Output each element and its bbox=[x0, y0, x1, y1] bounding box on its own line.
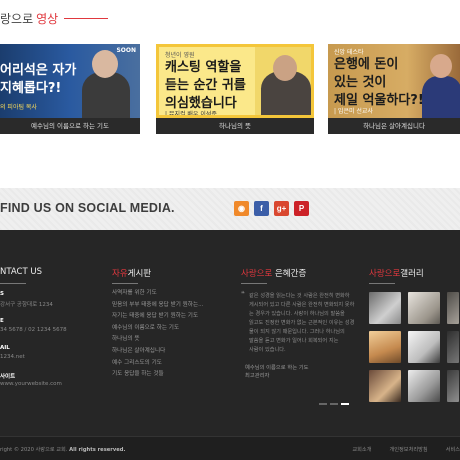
rss-icon[interactable]: ◉ bbox=[234, 201, 249, 216]
video-thumbnail[interactable]: 청년이 영원 캐스팅 역할을 듣는 순간 귀를 의심했습니다 | 뮤지컬 배우 … bbox=[156, 44, 314, 118]
address-value: 강서구 공항대로 1234 bbox=[0, 302, 53, 308]
person-head bbox=[92, 50, 118, 78]
footer-link-about[interactable]: 교회소개 bbox=[352, 446, 371, 453]
board-item[interactable]: 예수 그리스도의 기도 bbox=[112, 358, 203, 370]
gallery-heading: 사랑으로갤러리 bbox=[369, 267, 424, 284]
facebook-icon[interactable]: f bbox=[254, 201, 269, 216]
channel-logo: 청년이 영원 bbox=[165, 52, 195, 59]
quote-icon: ❝ bbox=[241, 290, 245, 298]
address-label: S bbox=[0, 291, 4, 297]
footer-bottom-bar: right © 2020 사랑으로 교회. All rights reserve… bbox=[0, 436, 460, 460]
section-title-text: 랑으로 bbox=[0, 11, 34, 26]
channel-logo: SOON bbox=[116, 47, 136, 54]
pinterest-icon[interactable]: P bbox=[294, 201, 309, 216]
gallery-thumb[interactable] bbox=[408, 331, 440, 363]
email-value[interactable]: 1234.net bbox=[0, 354, 25, 360]
board-heading: 자유게시판 bbox=[112, 267, 151, 284]
slider-dot-active[interactable] bbox=[341, 403, 349, 405]
board-item[interactable]: 하나님의 뜻 bbox=[112, 334, 203, 346]
gallery-thumb[interactable] bbox=[369, 370, 401, 402]
social-icons: ◉ f g+ P bbox=[234, 201, 309, 216]
board-item[interactable]: 예수님의 이름으로 하는 기도 bbox=[112, 323, 203, 335]
video-thumbnail[interactable]: 어리석은 자가 지혜롭다?! 의 피아팀 목사 SOON bbox=[0, 44, 140, 118]
board-list: 사역자를 위한 기도 믿음의 부부 태중에 응답 받기 원하는... 자기는 태… bbox=[112, 288, 203, 381]
gallery-grid bbox=[369, 292, 459, 402]
gallery-thumb[interactable] bbox=[447, 370, 459, 402]
gallery-thumb[interactable] bbox=[369, 292, 401, 324]
video-speaker: 의 피아팀 목사 bbox=[0, 104, 37, 111]
gallery-thumb[interactable] bbox=[447, 331, 459, 363]
google-plus-icon[interactable]: g+ bbox=[274, 201, 289, 216]
title-underline bbox=[64, 17, 109, 19]
board-item[interactable]: 자기는 태중에 응답 받기 원하는 기도 bbox=[112, 311, 203, 323]
person-silhouette bbox=[82, 72, 130, 118]
copyright: right © 2020 사랑으로 교회. All rights reserve… bbox=[0, 447, 126, 453]
phone-value: 34 5678 / 02 1234 5678 bbox=[0, 327, 67, 333]
social-title: FIND US ON SOCIAL MEDIA. bbox=[0, 201, 175, 215]
video-thumbnail[interactable]: 신앙 테스타 은행에 돈이 있는 것이 제일 억울하다?! | 임은미 선교사 bbox=[328, 44, 460, 118]
gallery-thumb[interactable] bbox=[408, 370, 440, 402]
phone-label: E bbox=[0, 318, 4, 324]
board-item[interactable]: 기도 응답을 하는 것들 bbox=[112, 369, 203, 381]
video-caption[interactable]: 하나님의 뜻 bbox=[156, 118, 314, 134]
gallery-thumb[interactable] bbox=[408, 292, 440, 324]
email-label: AIL bbox=[0, 345, 10, 351]
board-item[interactable]: 하나님은 살아계십니다 bbox=[112, 346, 203, 358]
testimony-text: ❝ 같은 성경을 읽는다는 것 사람은 완전히 변화하 게시되어 있고 다른 사… bbox=[241, 290, 355, 353]
section-title-highlight: 영상 bbox=[36, 11, 59, 26]
video-section-title: 랑으로 영상 bbox=[0, 9, 109, 27]
slider-dot[interactable] bbox=[319, 403, 327, 405]
person-head bbox=[273, 55, 297, 81]
video-card-3[interactable]: 신앙 테스타 은행에 돈이 있는 것이 제일 억울하다?! | 임은미 선교사 … bbox=[328, 44, 460, 134]
contact-heading: NTACT US bbox=[0, 267, 42, 284]
video-headline: 어리석은 자가 지혜롭다?! bbox=[0, 63, 77, 96]
slider-dots bbox=[319, 403, 349, 405]
testimony-author[interactable]: 예수님의 이름으로 하는 기도 최고관리자 bbox=[241, 364, 358, 380]
website-value[interactable]: www.yourwebsite.com bbox=[0, 381, 62, 387]
video-caption[interactable]: 하나님은 살아계십니다 bbox=[328, 118, 460, 134]
gallery-thumb[interactable] bbox=[369, 331, 401, 363]
slider-dot[interactable] bbox=[330, 403, 338, 405]
footer-links: 교회소개 개인정보처리방침 서비스 bbox=[352, 446, 460, 453]
video-speaker: | 뮤지컬 배우 이석준 bbox=[165, 111, 217, 118]
video-card-2[interactable]: 청년이 영원 캐스팅 역할을 듣는 순간 귀를 의심했습니다 | 뮤지컬 배우 … bbox=[156, 44, 314, 134]
footer-link-terms[interactable]: 서비스 bbox=[446, 446, 460, 453]
social-media-bar: FIND US ON SOCIAL MEDIA. ◉ f g+ P bbox=[0, 188, 460, 230]
gallery-thumb[interactable] bbox=[447, 292, 459, 324]
person-head bbox=[430, 54, 452, 78]
footer-link-privacy[interactable]: 개인정보처리방침 bbox=[389, 446, 427, 453]
channel-logo: 신앙 테스타 bbox=[334, 49, 364, 56]
board-item[interactable]: 믿음의 부부 태중에 응답 받기 원하는... bbox=[112, 300, 203, 312]
video-speaker: | 임은미 선교사 bbox=[334, 108, 373, 115]
person-silhouette bbox=[422, 76, 460, 118]
video-caption[interactable]: 예수님의 이름으로 하는 기도 bbox=[0, 118, 140, 134]
video-headline: 캐스팅 역할을 듣는 순간 귀를 의심했습니다 bbox=[165, 60, 246, 111]
board-item[interactable]: 사역자를 위한 기도 bbox=[112, 288, 203, 300]
testimony-heading: 사랑으로 은혜간증 bbox=[241, 267, 306, 284]
video-headline: 은행에 돈이 있는 것이 제일 억울하다?! bbox=[334, 57, 424, 108]
testimony-quote: ❝ 같은 성경을 읽는다는 것 사람은 완전히 변화하 게시되어 있고 다른 사… bbox=[241, 290, 358, 380]
video-card-1[interactable]: 어리석은 자가 지혜롭다?! 의 피아팀 목사 SOON 예수님의 이름으로 하… bbox=[0, 44, 140, 134]
website-label: 사이트 bbox=[0, 374, 16, 380]
